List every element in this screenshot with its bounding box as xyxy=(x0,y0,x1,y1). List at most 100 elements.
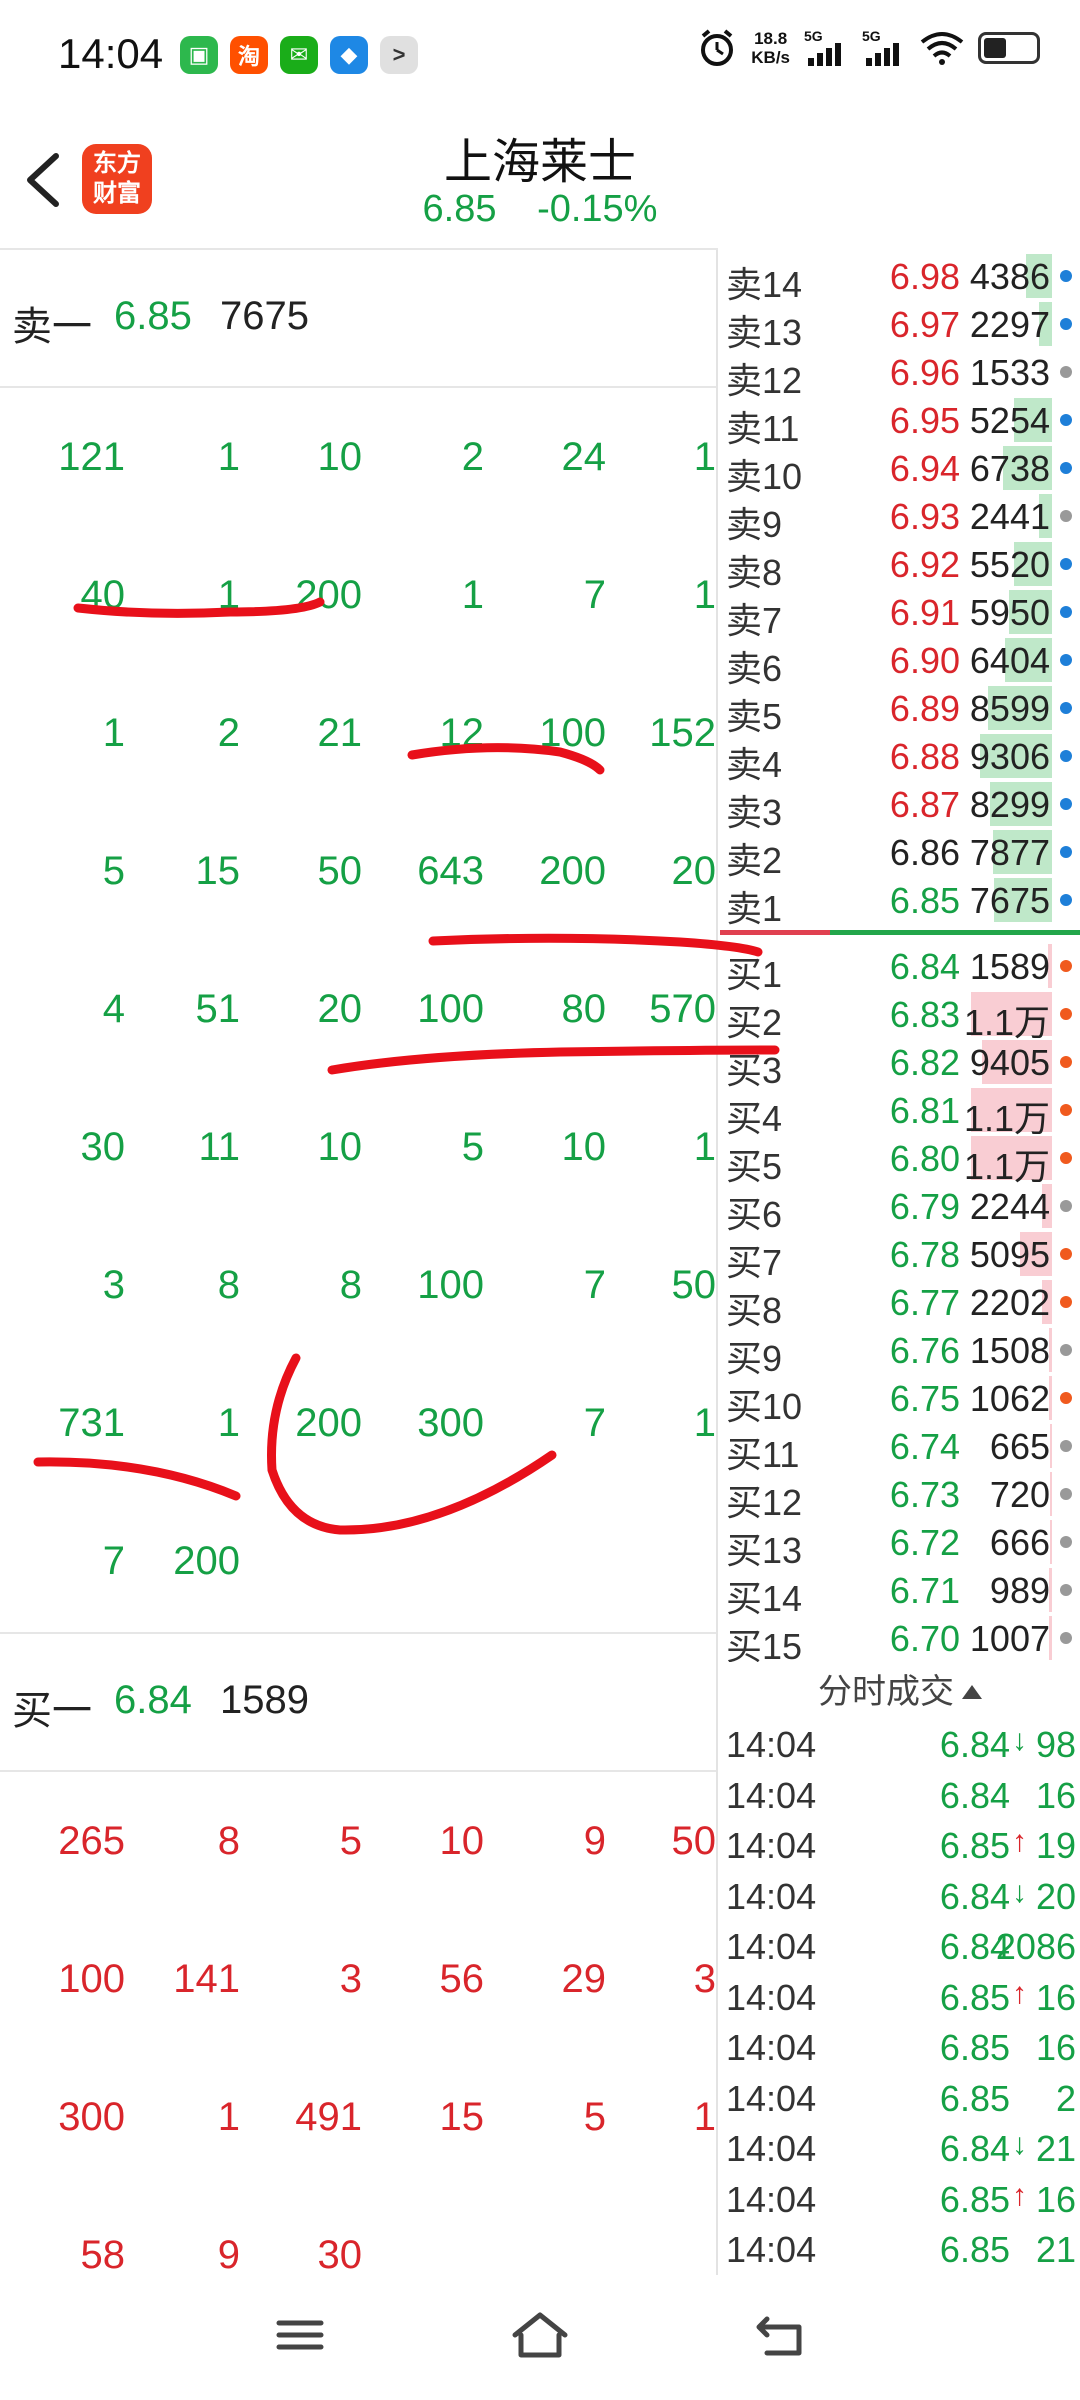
trade-price: 6.84 xyxy=(939,1926,1010,1967)
level-dot-icon xyxy=(1060,1392,1072,1404)
level-volume: 6738 xyxy=(969,448,1050,489)
home-icon[interactable] xyxy=(505,2305,575,2365)
bid-level-row[interactable]: 买14 6.71 989 xyxy=(720,1566,1080,1619)
queue-cell: 80 xyxy=(561,986,607,1031)
queue-cell: 491 xyxy=(295,2094,362,2139)
queue-cell: 1 xyxy=(693,2094,716,2139)
level-dot-icon xyxy=(1060,510,1072,522)
bid-level-row[interactable]: 买12 6.73 720 xyxy=(720,1470,1080,1523)
system-nav-bar xyxy=(0,2275,1080,2400)
queue-row: 731 1 200 300 7 1 xyxy=(0,1354,716,1492)
queue-cell: 11 xyxy=(198,1124,240,1169)
queue-cell: 300 xyxy=(58,2094,125,2139)
queue-cell: 30 xyxy=(317,2232,363,2277)
trade-time: 14:04 xyxy=(726,1774,817,1816)
level-price: 6.95 xyxy=(889,400,960,441)
caret-up-icon xyxy=(962,1685,982,1699)
bid-level-row[interactable]: 买9 6.76 1508 xyxy=(720,1326,1080,1379)
bid-level-row[interactable]: 买15 6.70 1007 xyxy=(720,1614,1080,1662)
level-dot-icon xyxy=(1060,606,1072,618)
ask-level-row[interactable]: 卖10 6.94 6738 xyxy=(720,444,1080,497)
stock-price: 6.85 xyxy=(422,188,497,230)
queue-cell: 50 xyxy=(317,848,363,893)
ask-level-row[interactable]: 卖7 6.91 5950 xyxy=(720,588,1080,641)
ask-level-row[interactable]: 卖5 6.89 8599 xyxy=(720,684,1080,737)
back-icon[interactable] xyxy=(745,2305,815,2365)
ask-level-row[interactable]: 卖6 6.90 6404 xyxy=(720,636,1080,689)
trade-price: 6.85 xyxy=(939,2077,1010,2119)
queue-cell: 2 xyxy=(461,434,484,479)
bid-level-row[interactable]: 买11 6.74 665 xyxy=(720,1422,1080,1475)
ask-level-row[interactable]: 卖12 6.96 1533 xyxy=(720,348,1080,401)
menu-icon[interactable] xyxy=(265,2305,335,2365)
level-price: 6.85 xyxy=(889,880,960,921)
level-price: 6.75 xyxy=(889,1378,960,1419)
ask-level-row[interactable]: 卖4 6.88 9306 xyxy=(720,732,1080,785)
bid-level-row[interactable]: 买5 6.80 1.1万 xyxy=(720,1134,1080,1187)
level-dot-icon xyxy=(1060,1200,1072,1212)
trade-row: 14:04 6.84 ↓ 20 xyxy=(720,1872,1080,1923)
queue-cell: 1 xyxy=(102,710,125,755)
level-volume: 1533 xyxy=(969,352,1050,393)
bid-level-row[interactable]: 买7 6.78 5095 xyxy=(720,1230,1080,1283)
level-price: 6.83 xyxy=(889,994,960,1035)
trade-row: 14:04 6.84 16 xyxy=(720,1771,1080,1822)
queue-cell: 10 xyxy=(439,1818,485,1863)
ask-level-row[interactable]: 卖9 6.93 2441 xyxy=(720,492,1080,545)
trade-price: 6.85 xyxy=(939,2027,1010,2068)
bid-level-row[interactable]: 买6 6.79 2244 xyxy=(720,1182,1080,1235)
ask-level-row[interactable]: 卖8 6.92 5520 xyxy=(720,540,1080,593)
bid-level-row[interactable]: 买1 6.84 1589 xyxy=(720,942,1080,995)
bid-level-row[interactable]: 买13 6.72 666 xyxy=(720,1518,1080,1571)
level-dot-icon xyxy=(1060,1008,1072,1020)
bid-level-row[interactable]: 买8 6.77 2202 xyxy=(720,1278,1080,1331)
level-dot-icon xyxy=(1060,318,1072,330)
level-price: 6.87 xyxy=(889,784,960,825)
queue-row: 4 51 20 100 80 570 xyxy=(0,940,716,1078)
queue-cell: 10 xyxy=(561,1124,607,1169)
queue-cell: 58 xyxy=(80,2232,126,2277)
level-dot-icon xyxy=(1060,654,1072,666)
net-speed: 18.8 KB/s xyxy=(751,29,790,67)
ask-level-row[interactable]: 卖13 6.97 2297 xyxy=(720,300,1080,353)
queue-cell: 5 xyxy=(102,848,125,893)
ask-level-row[interactable]: 卖14 6.98 4386 xyxy=(720,252,1080,305)
time-sales-header[interactable]: 分时成交 xyxy=(720,1665,1080,1720)
trade-price: 6.84 xyxy=(939,2128,1010,2169)
ask-level-row[interactable]: 卖11 6.95 5254 xyxy=(720,396,1080,449)
level-price: 6.73 xyxy=(889,1474,960,1515)
trade-volume: 2086 xyxy=(995,1926,1076,1967)
ask-level-row[interactable]: 卖3 6.87 8299 xyxy=(720,780,1080,833)
trade-time: 14:04 xyxy=(726,1724,817,1765)
level-price: 6.79 xyxy=(889,1186,960,1227)
trade-time: 14:04 xyxy=(726,1926,817,1967)
bid-level-row[interactable]: 买2 6.83 1.1万 xyxy=(720,990,1080,1043)
trade-time: 14:04 xyxy=(726,2178,817,2220)
trade-volume: 16 xyxy=(1035,1774,1076,1816)
volume-bar xyxy=(1050,1472,1052,1516)
trade-price: 6.84 xyxy=(939,1875,1010,1917)
time-sales-panel[interactable]: 分时成交 14:04 6.84 ↓ 98 14:04 6.84 16 14:04 6.85 ↑ 19… xyxy=(720,1665,1080,2275)
level-price: 6.90 xyxy=(889,640,960,681)
ask-level-row[interactable]: 卖1 6.85 7675 xyxy=(720,876,1080,929)
queue-cell: 20 xyxy=(671,848,717,893)
level-price: 6.77 xyxy=(889,1282,960,1323)
battery-icon xyxy=(978,32,1040,64)
arrow-down-icon: ↓ xyxy=(1012,2128,1027,2161)
ask-level-row[interactable]: 卖2 6.86 7877 xyxy=(720,828,1080,881)
queue-cell: 15 xyxy=(439,2094,485,2139)
level-volume: 9405 xyxy=(969,1042,1050,1083)
trade-time: 14:04 xyxy=(726,2128,817,2169)
alarm-icon xyxy=(701,29,734,66)
volume-bar xyxy=(1050,1520,1052,1564)
bid-level-row[interactable]: 买10 6.75 1062 xyxy=(720,1374,1080,1427)
queue-cell: 4 xyxy=(102,986,125,1031)
bid-level-row[interactable]: 买3 6.82 9405 xyxy=(720,1038,1080,1091)
level-price: 6.94 xyxy=(889,448,960,489)
queue-cell: 100 xyxy=(539,710,606,755)
level-dot-icon xyxy=(1060,960,1072,972)
queue-cell: 1 xyxy=(217,2094,240,2139)
queue-cell: 29 xyxy=(561,1956,607,2001)
bid-level-row[interactable]: 买4 6.81 1.1万 xyxy=(720,1086,1080,1139)
order-book[interactable]: 卖14 6.98 4386 卖13 6.97 2297 卖12 6.96 1533 卖11 6.95… xyxy=(720,252,1080,1662)
